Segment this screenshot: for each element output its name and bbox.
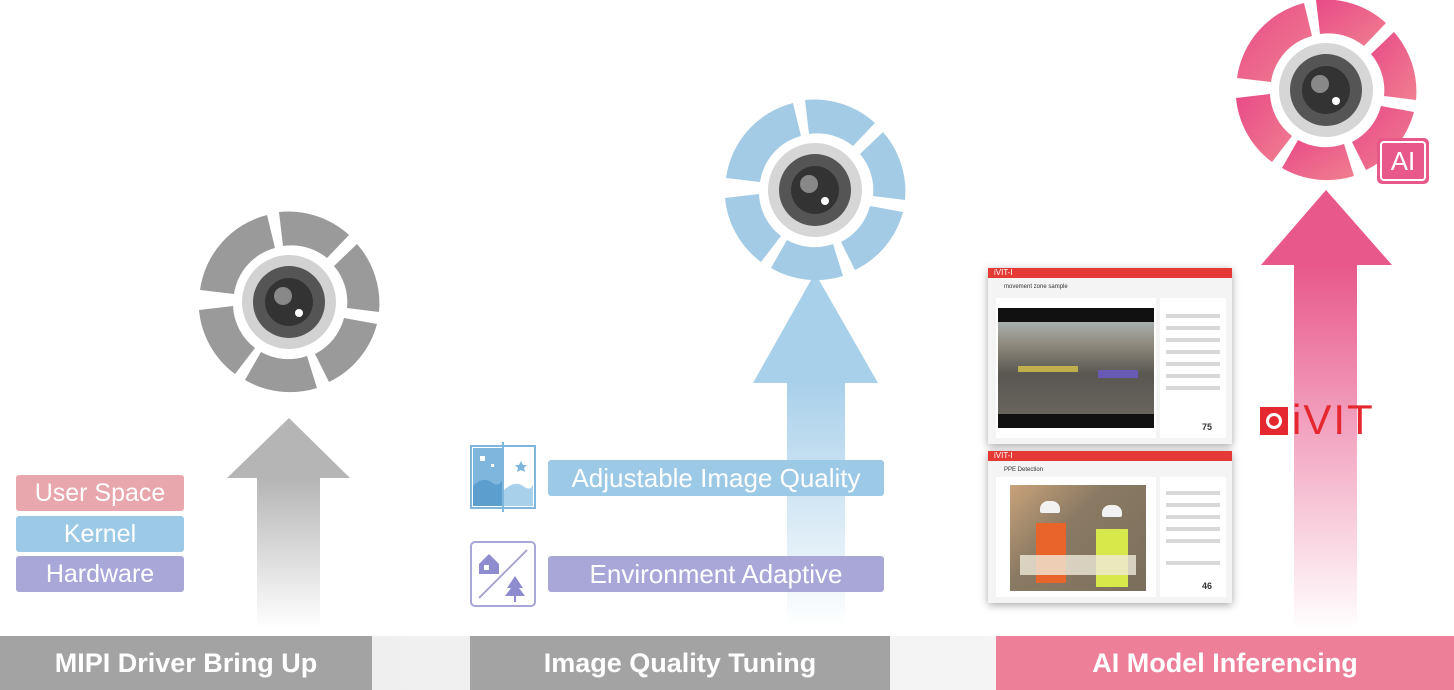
ivit-screenshot-ppe: iVIT-I PPE Detection 46 xyxy=(988,451,1232,603)
feature-environment-adaptive: Environment Adaptive xyxy=(548,556,884,592)
layer-user-space: User Space xyxy=(16,475,184,511)
app-topbar xyxy=(988,268,1232,278)
indoor-outdoor-icon xyxy=(470,541,536,607)
info-panel: 75 xyxy=(1160,298,1226,438)
stage-label-mipi-driver: MIPI Driver Bring Up xyxy=(0,636,372,690)
gray-camera-shutter-icon xyxy=(199,211,380,393)
layer-hardware: Hardware xyxy=(16,556,184,592)
ppe-video-frame xyxy=(1010,485,1146,591)
app-topbar xyxy=(988,451,1232,461)
traffic-video-frame xyxy=(998,308,1154,428)
ai-badge-label: AI xyxy=(1381,144,1425,178)
app-brand: iVIT-I xyxy=(994,451,1013,460)
stat-value: 46 xyxy=(1202,581,1213,591)
app-brand: iVIT-I xyxy=(994,268,1013,277)
stage-label-ai-inferencing: AI Model Inferencing xyxy=(996,636,1454,690)
info-panel: 46 xyxy=(1160,477,1226,597)
gray-up-arrow xyxy=(227,418,350,628)
ivit-logo-icon xyxy=(1260,407,1288,435)
feature-adjustable-image-quality: Adjustable Image Quality xyxy=(548,460,884,496)
blue-camera-shutter-icon xyxy=(725,99,906,281)
layer-kernel: Kernel xyxy=(16,516,184,552)
ai-badge-text: AI xyxy=(1390,146,1416,176)
ivit-logo-text-value: iVIT xyxy=(1292,396,1375,443)
stat-value: 75 xyxy=(1202,422,1213,432)
day-night-image-icon xyxy=(470,442,536,512)
stage-label-image-quality: Image Quality Tuning xyxy=(470,636,890,690)
ivit-screenshot-traffic: iVIT-I movement zone sample 75 xyxy=(988,268,1232,444)
app-title: movement zone sample xyxy=(1004,284,1068,290)
ivit-logo-text: iVIT xyxy=(1292,398,1375,442)
app-title: PPE Detection xyxy=(1004,467,1044,473)
